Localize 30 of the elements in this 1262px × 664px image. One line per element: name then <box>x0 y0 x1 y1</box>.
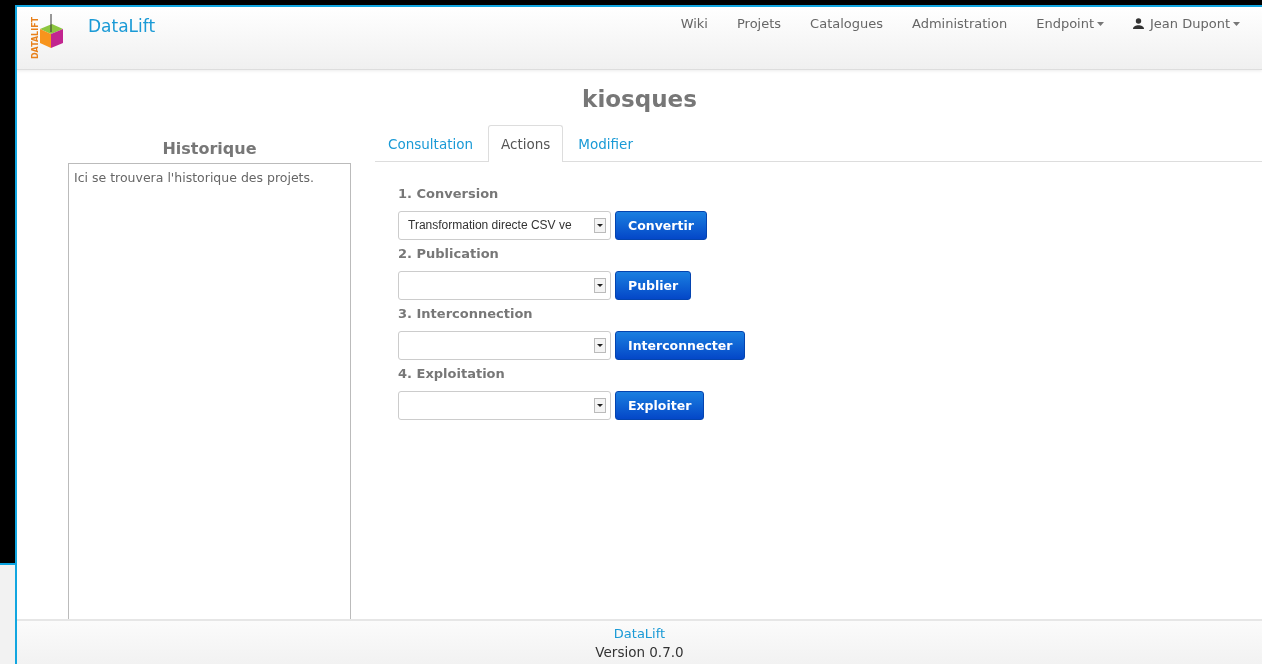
select-field[interactable] <box>398 390 611 420</box>
select-field[interactable]: Transformation directe CSV ve <box>398 210 611 240</box>
caret-icon <box>1233 21 1240 26</box>
step-label: 2. Publication <box>398 246 500 263</box>
tab[interactable]: Modifier <box>565 125 646 162</box>
action-button[interactable]: Exploiter <box>615 390 705 420</box>
history-text: Ici se trouvera l'historique des projets. <box>74 170 314 185</box>
step-label: 1. Conversion <box>398 186 500 203</box>
nav-link[interactable]: Wiki <box>680 16 708 31</box>
nav-link[interactable]: Administration <box>912 16 1008 31</box>
nav-link[interactable]: Catalogues <box>810 16 884 31</box>
select-field[interactable] <box>398 270 611 300</box>
footer-link[interactable]: DataLift <box>613 624 666 643</box>
caret-icon <box>1097 21 1105 26</box>
action-button[interactable]: Publier <box>615 270 692 300</box>
history-heading: Historique <box>161 138 258 160</box>
action-button[interactable]: Interconnecter <box>615 330 746 360</box>
step-label: 3. Interconnection <box>398 306 534 323</box>
tab[interactable]: Actions <box>488 125 564 162</box>
step-label: 4. Exploitation <box>398 366 506 383</box>
action-button[interactable]: Convertir <box>615 210 707 240</box>
select-field[interactable] <box>398 330 611 360</box>
user-menu[interactable]: Jean Dupont <box>1133 16 1240 31</box>
brand-link[interactable]: DataLift <box>88 16 156 36</box>
user-icon <box>1133 18 1145 29</box>
nav-link[interactable]: Projets <box>737 16 782 31</box>
page-title: kiosques <box>581 85 698 114</box>
tab[interactable]: Consultation <box>375 125 486 162</box>
dropdown-menu[interactable]: Endpoint <box>1036 16 1105 31</box>
version-text: Version 0.7.0 <box>595 642 684 661</box>
